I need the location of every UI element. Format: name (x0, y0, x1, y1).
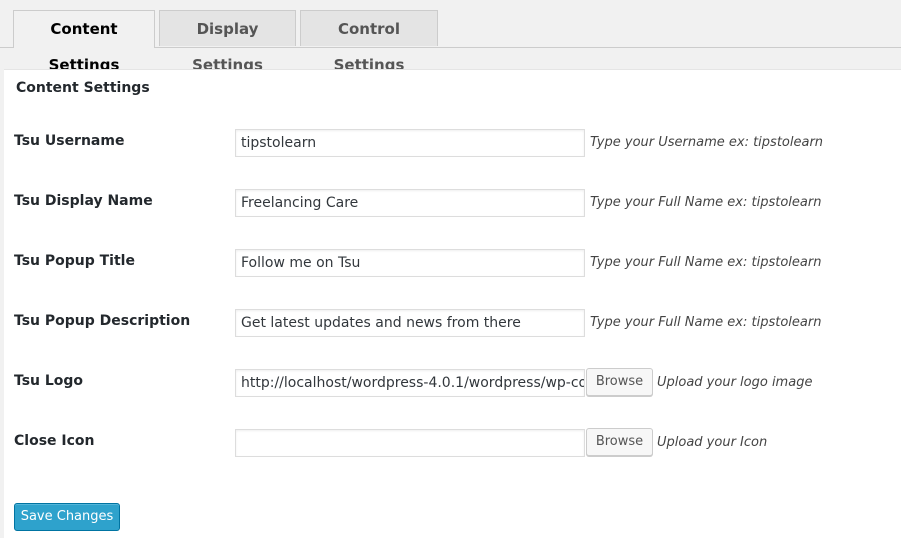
logo-browse-button[interactable]: Browse (586, 368, 653, 396)
close-icon-input[interactable] (235, 429, 585, 457)
popup-title-label: Tsu Popup Title (14, 253, 135, 269)
display-name-hint: Type your Full Name ex: tipstolearn (590, 195, 822, 210)
close-icon-label: Close Icon (14, 433, 95, 449)
logo-label: Tsu Logo (14, 373, 84, 389)
close-icon-hint: Upload your Icon (657, 435, 768, 450)
logo-hint: Upload your logo image (657, 375, 813, 390)
popup-description-hint: Type your Full Name ex: tipstolearn (590, 315, 822, 330)
close-icon-browse-button[interactable]: Browse (586, 428, 653, 456)
username-input[interactable]: tipstolearn (235, 129, 585, 157)
display-name-input[interactable]: Freelancing Care (235, 189, 585, 217)
popup-title-hint: Type your Full Name ex: tipstolearn (590, 255, 822, 270)
username-label: Tsu Username (14, 133, 125, 149)
tab-control-settings[interactable]: Control Settings (300, 10, 438, 74)
save-changes-button[interactable]: Save Changes (14, 503, 120, 531)
section-title: Content Settings (16, 80, 150, 96)
username-hint: Type your Username ex: tipstolearn (590, 135, 824, 150)
popup-description-label: Tsu Popup Description (14, 313, 191, 329)
tab-content-settings[interactable]: Content Settings (13, 10, 155, 74)
display-name-label: Tsu Display Name (14, 193, 153, 209)
settings-tabs: Content Settings Display Settings Contro… (0, 0, 901, 74)
tab-display-settings[interactable]: Display Settings (159, 10, 296, 74)
logo-url-input[interactable]: http://localhost/wordpress-4.0.1/wordpre… (235, 369, 585, 397)
popup-description-input[interactable]: Get latest updates and news from there (235, 309, 585, 337)
popup-title-input[interactable]: Follow me on Tsu (235, 249, 585, 277)
